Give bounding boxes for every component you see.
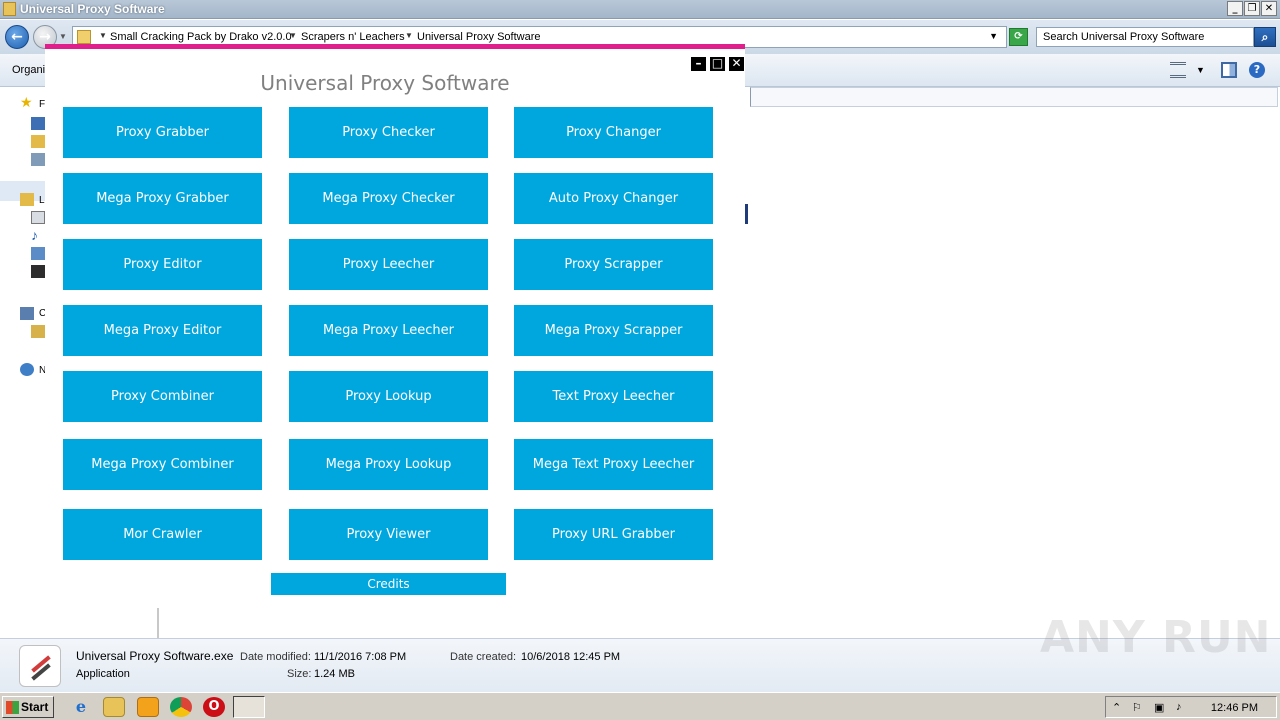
- date-created-label: Date created:: [450, 651, 517, 663]
- recent-places-icon[interactable]: [31, 153, 45, 166]
- nav-item-libraries[interactable]: L: [39, 195, 45, 206]
- chevron-up-icon[interactable]: ⌃: [1112, 701, 1121, 714]
- help-icon[interactable]: ?: [1249, 62, 1265, 78]
- chevron-icon[interactable]: ▼: [405, 31, 413, 40]
- breadcrumb-item[interactable]: Scrapers n' Leachers: [301, 31, 405, 43]
- windows-logo-icon: [6, 701, 19, 714]
- mega-proxy-lookup-button[interactable]: Mega Proxy Lookup: [289, 439, 488, 490]
- proxy-leecher-button[interactable]: Proxy Leecher: [289, 239, 488, 290]
- explorer-icon[interactable]: [103, 697, 125, 717]
- taskbar: Start e O ⌃ ⚐ ▣ ♪ 12:46 PM: [0, 692, 1280, 720]
- file-type: Application: [76, 668, 130, 680]
- credits-button[interactable]: Credits: [271, 573, 506, 595]
- auto-proxy-changer-button[interactable]: Auto Proxy Changer: [514, 173, 713, 224]
- pane-splitter[interactable]: [157, 607, 159, 639]
- documents-icon[interactable]: [31, 211, 45, 224]
- views-icon[interactable]: [1170, 62, 1186, 78]
- mega-text-proxy-leecher-button[interactable]: Mega Text Proxy Leecher: [514, 439, 713, 490]
- folder-icon: [3, 2, 16, 16]
- size-label: Size:: [287, 668, 312, 680]
- app-minimize-button[interactable]: –: [691, 57, 706, 71]
- app-maximize-button[interactable]: □: [710, 57, 725, 71]
- downloads-icon[interactable]: [31, 135, 45, 148]
- chevron-down-icon[interactable]: ▼: [1196, 65, 1212, 81]
- taskbar-active-app[interactable]: [233, 696, 265, 718]
- opera-icon[interactable]: O: [203, 697, 225, 717]
- chevron-down-icon[interactable]: ▼: [989, 31, 998, 41]
- size-value: 1.24 MB: [314, 668, 355, 680]
- search-input[interactable]: Search Universal Proxy Software: [1036, 27, 1254, 47]
- proxy-combiner-button[interactable]: Proxy Combiner: [63, 371, 262, 422]
- proxy-viewer-button[interactable]: Proxy Viewer: [289, 509, 488, 560]
- mor-crawler-button[interactable]: Mor Crawler: [63, 509, 262, 560]
- navigation-pane: ★ F L ♪ C N: [0, 87, 46, 637]
- chevron-icon[interactable]: ▼: [99, 31, 107, 40]
- column-header[interactable]: [750, 87, 1278, 107]
- search-icon[interactable]: ⌕: [1254, 27, 1276, 47]
- libraries-icon[interactable]: [20, 193, 34, 206]
- watermark-logo: ANY RUN: [1040, 612, 1272, 663]
- mega-proxy-editor-button[interactable]: Mega Proxy Editor: [63, 305, 262, 356]
- breadcrumb-item[interactable]: Small Cracking Pack by Drako v2.0.0: [110, 31, 292, 43]
- date-created-value: 10/6/2018 12:45 PM: [521, 651, 621, 663]
- flag-icon[interactable]: ⚐: [1132, 701, 1142, 714]
- organize-menu[interactable]: Organi: [12, 64, 45, 76]
- preview-pane-icon[interactable]: [1221, 62, 1237, 78]
- chevron-icon[interactable]: ▼: [289, 31, 297, 40]
- start-button[interactable]: Start: [2, 696, 54, 718]
- refresh-button[interactable]: ⟳: [1009, 28, 1028, 46]
- window-title: Universal Proxy Software: [20, 2, 165, 16]
- proxy-checker-button[interactable]: Proxy Checker: [289, 107, 488, 158]
- proxy-scrapper-button[interactable]: Proxy Scrapper: [514, 239, 713, 290]
- app-window: Universal Proxy Software – □ ✕ Proxy Gra…: [45, 44, 745, 608]
- pictures-icon[interactable]: [31, 247, 45, 260]
- history-dropdown-icon[interactable]: ▼: [59, 32, 67, 41]
- date-modified-label: Date modified:: [240, 651, 311, 663]
- desktop-icon[interactable]: [31, 117, 45, 130]
- minimize-button[interactable]: _: [1227, 1, 1243, 16]
- application-icon: [19, 645, 61, 687]
- restore-button[interactable]: ❐: [1244, 1, 1260, 16]
- mega-proxy-scrapper-button[interactable]: Mega Proxy Scrapper: [514, 305, 713, 356]
- start-label: Start: [21, 700, 49, 714]
- internet-explorer-icon[interactable]: e: [70, 697, 92, 717]
- proxy-lookup-button[interactable]: Proxy Lookup: [289, 371, 488, 422]
- mega-proxy-grabber-button[interactable]: Mega Proxy Grabber: [63, 173, 262, 224]
- network-tray-icon[interactable]: ▣: [1154, 701, 1164, 714]
- media-player-icon[interactable]: [137, 697, 159, 717]
- close-button[interactable]: ✕: [1261, 1, 1277, 16]
- folder-icon: [77, 30, 91, 44]
- chrome-icon[interactable]: [170, 697, 192, 717]
- app-title: Universal Proxy Software: [260, 71, 510, 95]
- computer-icon[interactable]: [20, 307, 34, 320]
- proxy-editor-button[interactable]: Proxy Editor: [63, 239, 262, 290]
- proxy-grabber-button[interactable]: Proxy Grabber: [63, 107, 262, 158]
- back-button[interactable]: ←: [5, 25, 29, 49]
- proxy-changer-button[interactable]: Proxy Changer: [514, 107, 713, 158]
- file-name: Universal Proxy Software.exe: [76, 649, 234, 663]
- window-titlebar: Universal Proxy Software _ ❐ ✕: [0, 0, 1280, 19]
- network-icon[interactable]: [20, 363, 34, 376]
- mega-proxy-combiner-button[interactable]: Mega Proxy Combiner: [63, 439, 262, 490]
- proxy-url-grabber-button[interactable]: Proxy URL Grabber: [514, 509, 713, 560]
- breadcrumb-item[interactable]: Universal Proxy Software: [417, 31, 541, 43]
- text-proxy-leecher-button[interactable]: Text Proxy Leecher: [514, 371, 713, 422]
- music-icon[interactable]: ♪: [31, 228, 45, 242]
- drive-icon[interactable]: [31, 325, 45, 338]
- system-tray: ⌃ ⚐ ▣ ♪ 12:46 PM: [1105, 696, 1277, 718]
- clock[interactable]: 12:46 PM: [1211, 702, 1258, 714]
- date-modified-value: 11/1/2016 7:08 PM: [314, 651, 407, 663]
- mega-proxy-checker-button[interactable]: Mega Proxy Checker: [289, 173, 488, 224]
- videos-icon[interactable]: [31, 265, 45, 278]
- mega-proxy-leecher-button[interactable]: Mega Proxy Leecher: [289, 305, 488, 356]
- star-icon[interactable]: ★: [20, 95, 34, 109]
- app-close-button[interactable]: ✕: [729, 57, 744, 71]
- volume-icon[interactable]: ♪: [1176, 701, 1182, 713]
